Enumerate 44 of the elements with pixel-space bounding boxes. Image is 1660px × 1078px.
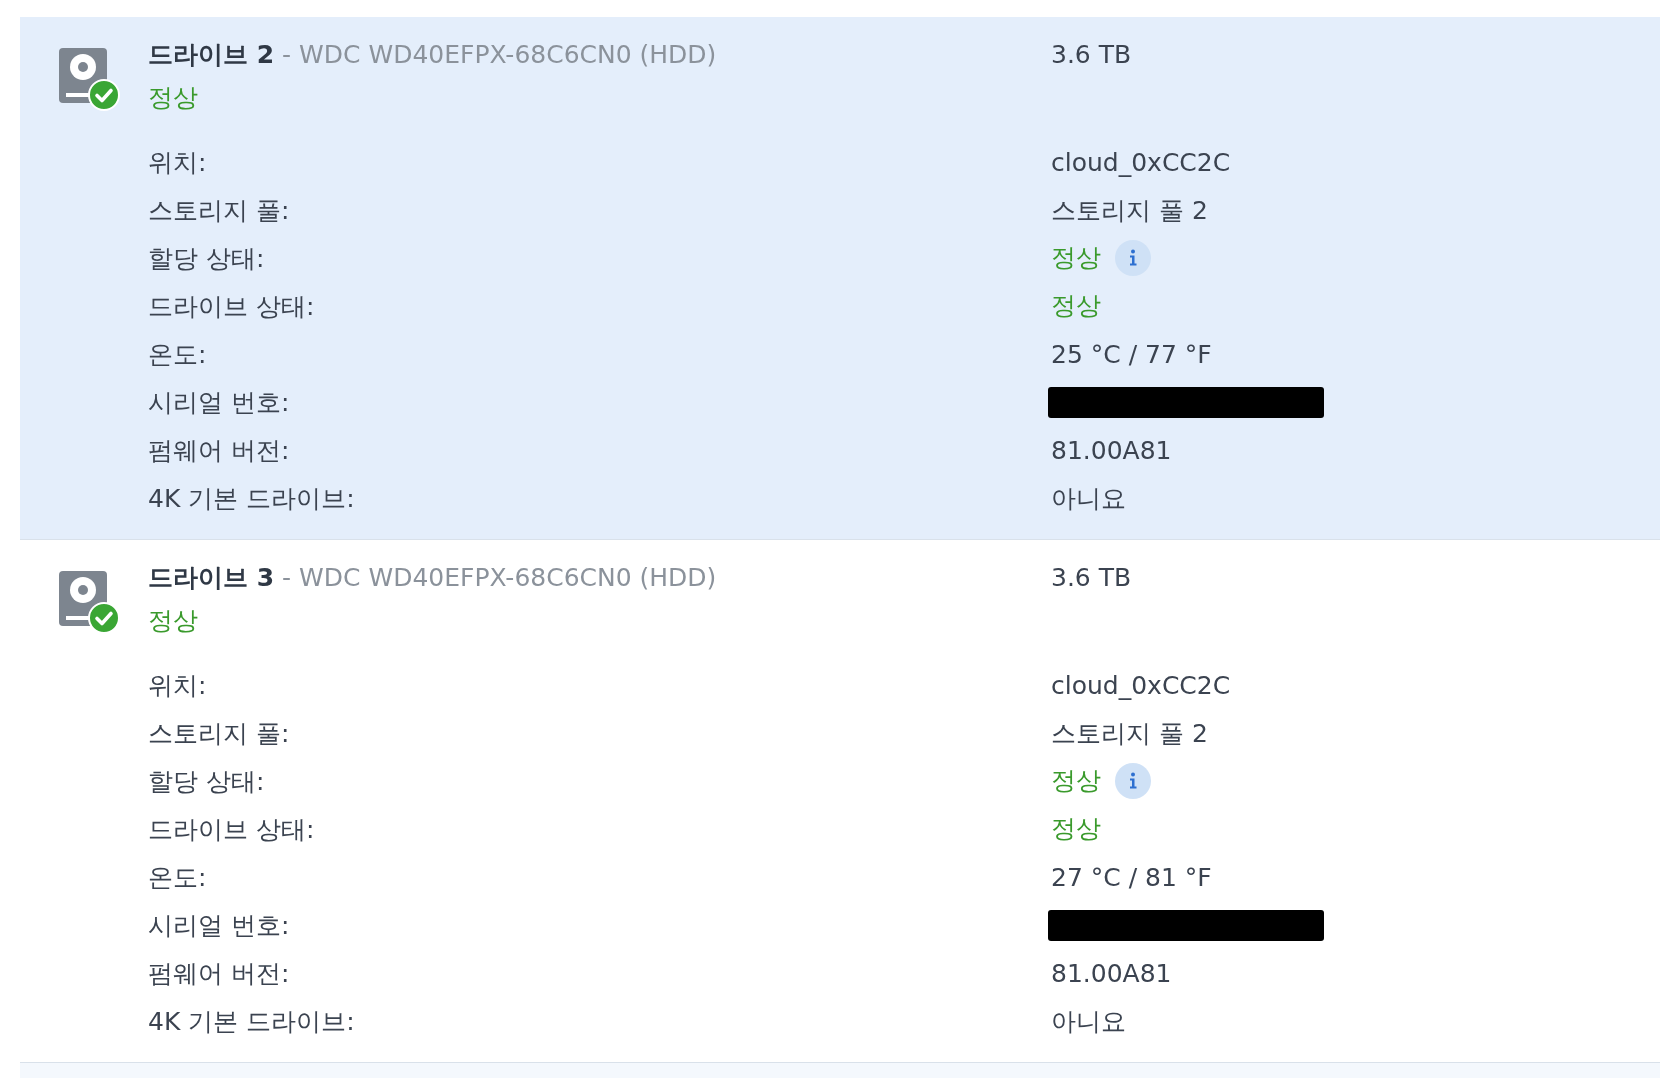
detail-value: cloud_0xCC2C	[1051, 670, 1231, 700]
drive-model: - WDC WD40EFPX-68C6CN0 (HDD)	[282, 39, 717, 69]
drive-name: 드라이브 3	[148, 561, 275, 594]
status-text: 정상	[1051, 242, 1101, 274]
status-text: 정상	[1051, 765, 1101, 797]
detail-label: 시리얼 번호:	[148, 909, 290, 942]
detail-value: 스토리지 풀 2	[1051, 194, 1208, 227]
drive-capacity: 3.6 TB	[1051, 39, 1132, 69]
detail-label: 드라이브 상태:	[148, 290, 315, 323]
detail-label: 할당 상태:	[148, 242, 265, 275]
detail-label: 할당 상태:	[148, 765, 265, 798]
drive-name: 드라이브 2	[148, 38, 275, 71]
detail-value: 81.00A81	[1051, 958, 1172, 988]
hard-drive-check-icon	[58, 47, 120, 111]
status-text: 정상	[1051, 290, 1101, 322]
info-icon[interactable]	[1115, 763, 1151, 799]
detail-value: cloud_0xCC2C	[1051, 147, 1231, 177]
detail-label: 온도:	[148, 338, 207, 371]
detail-value: 아니요	[1051, 482, 1126, 515]
drive-status: 정상	[148, 605, 198, 637]
detail-label: 펌웨어 버전:	[148, 957, 290, 990]
detail-value: 스토리지 풀 2	[1051, 717, 1208, 750]
hard-drive-check-icon	[58, 570, 120, 634]
detail-value: 아니요	[1051, 1005, 1126, 1038]
status-text: 정상	[1051, 813, 1101, 845]
detail-label: 위치:	[148, 669, 207, 702]
drive-capacity: 3.6 TB	[1051, 562, 1132, 592]
info-icon[interactable]	[1115, 240, 1151, 276]
drive-list-item[interactable]: 드라이브 2 - WDC WD40EFPX-68C6CN0 (HDD) 정상 위치: 스토리지 풀: 할당 상태: 드라이브 상태: 온도: 시리얼 번호: 펌웨어 버전: 4K 기본 드라이브: 3.6 TB cloud_0xCC2C 스토리지 풀 2 정상 정상 25 °C / 77 °F 81.00A81 아니요	[20, 17, 1660, 540]
detail-label: 4K 기본 드라이브:	[148, 482, 355, 515]
detail-label: 위치:	[148, 146, 207, 179]
detail-value: 25 °C / 77 °F	[1051, 339, 1212, 369]
detail-label: 4K 기본 드라이브:	[148, 1005, 355, 1038]
detail-label: 펌웨어 버전:	[148, 434, 290, 467]
drive-model: - WDC WD40EFPX-68C6CN0 (HDD)	[282, 562, 717, 592]
detail-label: 시리얼 번호:	[148, 386, 290, 419]
detail-value: 27 °C / 81 °F	[1051, 862, 1212, 892]
detail-label: 스토리지 풀:	[148, 717, 290, 750]
drive-list-item[interactable]: 드라이브 3 - WDC WD40EFPX-68C6CN0 (HDD) 정상 위치: 스토리지 풀: 할당 상태: 드라이브 상태: 온도: 시리얼 번호: 펌웨어 버전: 4K 기본 드라이브: 3.6 TB cloud_0xCC2C 스토리지 풀 2 정상 정상 27 °C / 81 °F 81.00A81 아니요	[20, 540, 1660, 1063]
detail-label: 스토리지 풀:	[148, 194, 290, 227]
detail-label: 드라이브 상태:	[148, 813, 315, 846]
detail-label: 온도:	[148, 861, 207, 894]
detail-value: 81.00A81	[1051, 435, 1172, 465]
drive-status: 정상	[148, 82, 198, 114]
